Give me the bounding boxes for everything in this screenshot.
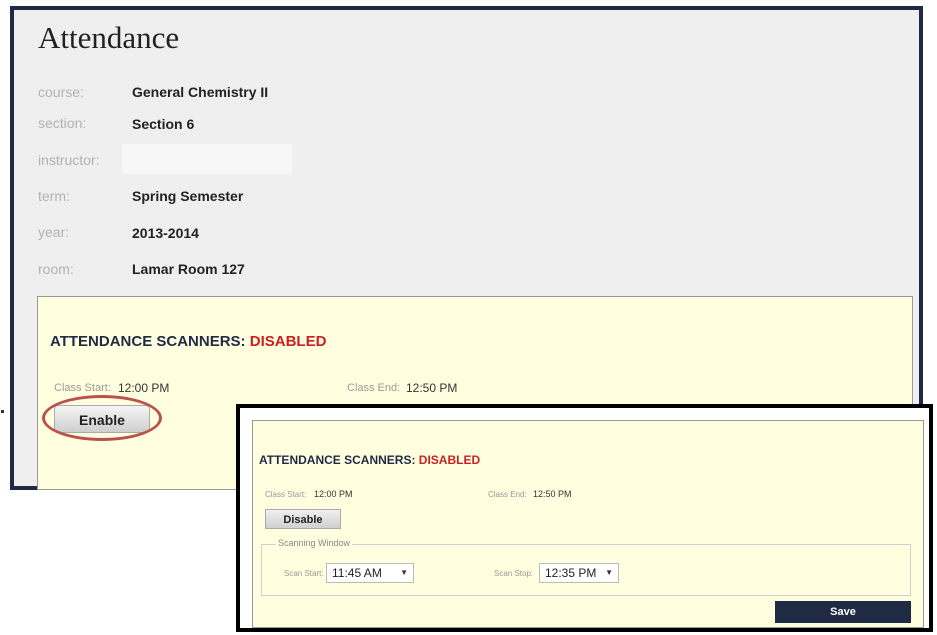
inset-class-end-value: 12:50 PM — [533, 489, 572, 499]
class-start-label: Class Start: — [54, 382, 111, 394]
class-end-label: Class End: — [347, 382, 401, 394]
inset-scanners-status: DISABLED — [418, 453, 481, 467]
scan-stop-value: 12:35 PM — [545, 566, 597, 580]
scanning-window-fieldset: Scanning Window Scan Start: 11:45 AM ▼ S… — [261, 538, 911, 596]
scanners-heading: ATTENDANCE SCANNERS: DISABLED — [50, 333, 326, 350]
inset-scanners-box: ATTENDANCE SCANNERS: DISABLED Class Star… — [252, 420, 924, 628]
pointer-dot — [1, 410, 4, 413]
year-value: 2013-2014 — [132, 225, 199, 241]
inset-scanners-title: ATTENDANCE SCANNERS: — [259, 453, 416, 467]
year-label: year: — [38, 224, 70, 240]
scanners-status: DISABLED — [249, 333, 327, 350]
instructor-label: instructor: — [38, 152, 100, 168]
term-label: term: — [38, 188, 70, 204]
instructor-value — [122, 144, 292, 174]
inset-class-end-label: Class End: — [488, 490, 527, 499]
class-start-value: 12:00 PM — [118, 381, 170, 395]
scan-start-select[interactable]: 11:45 AM ▼ — [326, 563, 414, 583]
inset-scanners-heading: ATTENDANCE SCANNERS: DISABLED — [259, 453, 480, 467]
term-value: Spring Semester — [132, 188, 244, 204]
section-value: Section 6 — [132, 116, 195, 132]
class-end-value: 12:50 PM — [406, 381, 458, 395]
scan-stop-select[interactable]: 12:35 PM ▼ — [539, 563, 619, 583]
page-title: Attendance — [38, 20, 180, 55]
disable-button[interactable]: Disable — [265, 509, 341, 529]
inset-class-start-label: Class Start: — [265, 490, 307, 499]
chevron-down-icon: ▼ — [400, 568, 408, 577]
scanning-window-legend: Scanning Window — [276, 538, 353, 548]
room-label: room: — [38, 261, 74, 277]
chevron-down-icon: ▼ — [605, 568, 613, 577]
room-value: Lamar Room 127 — [132, 261, 245, 277]
scanners-title: ATTENDANCE SCANNERS: — [50, 333, 246, 350]
scan-start-label: Scan Start: — [284, 569, 324, 578]
inset-panel: ATTENDANCE SCANNERS: DISABLED Class Star… — [236, 404, 933, 632]
save-button[interactable]: Save — [775, 601, 911, 623]
scan-start-value: 11:45 AM — [332, 566, 382, 580]
course-label: course: — [38, 84, 84, 100]
inset-class-start-value: 12:00 PM — [314, 489, 353, 499]
highlight-ellipse — [42, 395, 162, 441]
section-label: section: — [38, 115, 87, 131]
scan-stop-label: Scan Stop: — [494, 569, 534, 578]
course-value: General Chemistry II — [132, 84, 269, 100]
